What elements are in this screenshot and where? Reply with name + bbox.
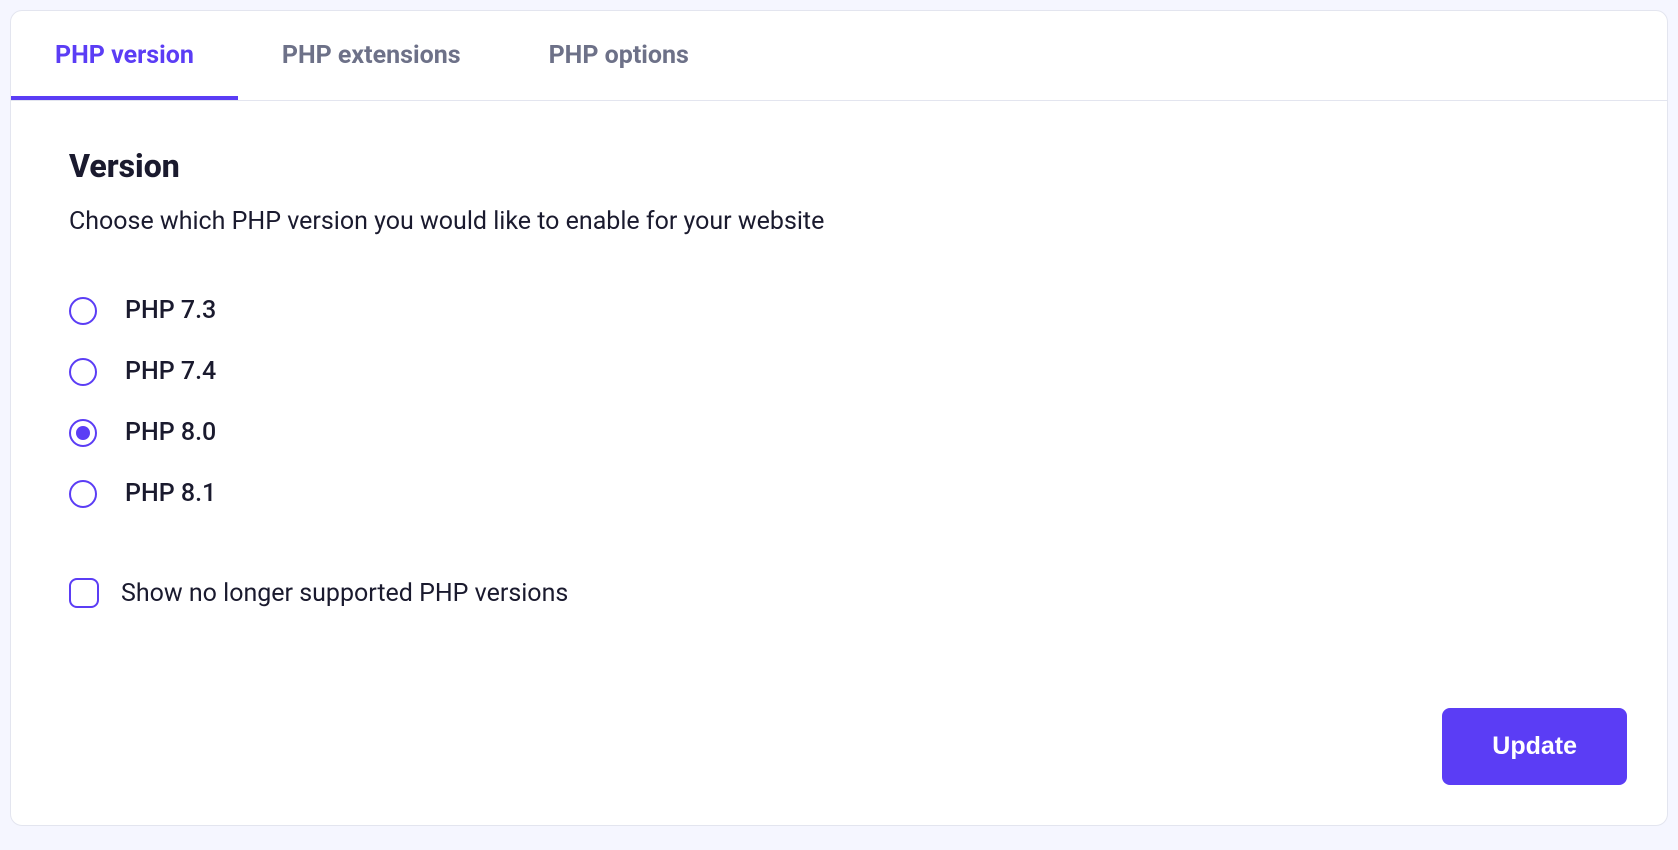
radio-label: PHP 8.0 [125,418,216,447]
footer-actions: Update [11,708,1667,825]
tab-php-extensions[interactable]: PHP extensions [238,11,505,100]
radio-label: PHP 7.3 [125,296,216,325]
checkbox-label: Show no longer supported PHP versions [121,579,568,608]
radio-icon [69,297,97,325]
button-label: Update [1492,732,1577,760]
section-title: Version [69,147,1609,185]
tab-php-version[interactable]: PHP version [11,11,238,100]
radio-label: PHP 8.1 [125,479,216,508]
radio-icon [69,419,97,447]
show-unsupported-checkbox[interactable]: Show no longer supported PHP versions [69,578,1609,608]
radio-php-8-0[interactable]: PHP 8.0 [69,418,1609,447]
tab-php-options[interactable]: PHP options [505,11,733,100]
radio-php-7-4[interactable]: PHP 7.4 [69,357,1609,386]
section-description: Choose which PHP version you would like … [69,207,1609,236]
radio-icon [69,480,97,508]
radio-php-7-3[interactable]: PHP 7.3 [69,296,1609,325]
php-config-card: PHP version PHP extensions PHP options V… [10,10,1668,826]
content-area: Version Choose which PHP version you wou… [11,101,1667,708]
checkbox-icon [69,578,99,608]
tabs-bar: PHP version PHP extensions PHP options [11,11,1667,101]
php-version-radio-list: PHP 7.3 PHP 7.4 PHP 8.0 PHP 8.1 [69,296,1609,508]
radio-label: PHP 7.4 [125,357,216,386]
radio-php-8-1[interactable]: PHP 8.1 [69,479,1609,508]
tab-label: PHP version [55,41,194,70]
update-button[interactable]: Update [1442,708,1627,785]
tab-label: PHP options [549,41,689,70]
tab-label: PHP extensions [282,41,461,70]
radio-icon [69,358,97,386]
